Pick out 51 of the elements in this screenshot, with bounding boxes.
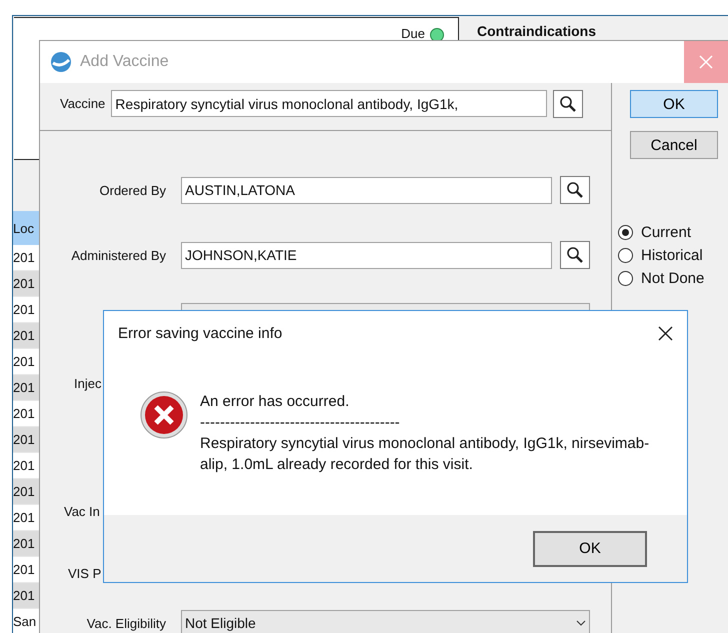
- table-cell: 201: [13, 349, 39, 375]
- table-cell: 201: [13, 245, 39, 271]
- section-heading: Contraindications: [477, 23, 596, 39]
- table-cell: 201: [13, 271, 39, 297]
- table-cell: 201: [13, 375, 39, 401]
- close-icon[interactable]: [658, 326, 673, 340]
- error-icon: [140, 391, 188, 439]
- field-label: Ordered By: [98, 182, 167, 198]
- app-icon: [50, 51, 72, 73]
- table-cell: 201: [13, 531, 39, 557]
- table-cell: 201: [13, 505, 39, 531]
- table-cell: 201: [13, 453, 39, 479]
- error-heading: An error has occurred.: [200, 392, 350, 412]
- search-button[interactable]: [560, 176, 590, 204]
- field-label: Injec: [73, 376, 102, 390]
- search-icon: [566, 181, 584, 199]
- chevron-icon: [576, 620, 586, 626]
- field-label: VIS P: [67, 566, 102, 580]
- ok-button[interactable]: OK: [630, 90, 718, 118]
- table-cell: 201: [13, 297, 39, 323]
- input-field[interactable]: AUSTIN,LATONA: [181, 176, 552, 204]
- search-icon: [566, 246, 584, 264]
- search-button[interactable]: [560, 241, 590, 269]
- input-field[interactable]: Respiratory syncytial virus monoclonal antibody, IgG1k,: [111, 90, 548, 117]
- field-label: Vac. Eligibility: [86, 616, 167, 630]
- window-title: Add Vaccine: [80, 53, 169, 71]
- close-icon: [699, 55, 713, 69]
- table-cell: 201: [13, 427, 39, 453]
- dropdown[interactable]: Not Eligible: [181, 610, 590, 633]
- radio-option[interactable]: Historical: [618, 247, 728, 264]
- table-cell: 201: [13, 323, 39, 349]
- table-cell: 201: [13, 479, 39, 505]
- field-label: Vac In: [63, 504, 101, 518]
- search-button[interactable]: [553, 90, 584, 118]
- error-message: Respiratory syncytial virus monoclonal antibody, IgG1k, nirsevimab-alip, 1.0mL already recorded for this visit.: [200, 434, 650, 475]
- input-field[interactable]: JOHNSON,KATIE: [181, 242, 552, 268]
- column-header[interactable]: Loc: [13, 211, 39, 245]
- dialog-title: Error saving vaccine info: [118, 324, 282, 342]
- separator-text: ----------------------------------------: [200, 413, 401, 433]
- table-cell: 201: [13, 401, 39, 427]
- radio-option[interactable]: Current: [618, 224, 728, 241]
- cancel-button[interactable]: Cancel: [630, 131, 718, 159]
- ok-button[interactable]: OK: [533, 530, 647, 566]
- radio-option[interactable]: Not Done: [618, 270, 728, 287]
- field-label: Administered By: [70, 248, 167, 262]
- status-label: Due: [401, 26, 425, 41]
- table-cell: San: [13, 609, 39, 633]
- table-cell: 201: [13, 583, 39, 609]
- table-cell: 201: [13, 557, 39, 583]
- search-icon: [559, 94, 578, 112]
- field-label: Vaccine: [60, 96, 106, 111]
